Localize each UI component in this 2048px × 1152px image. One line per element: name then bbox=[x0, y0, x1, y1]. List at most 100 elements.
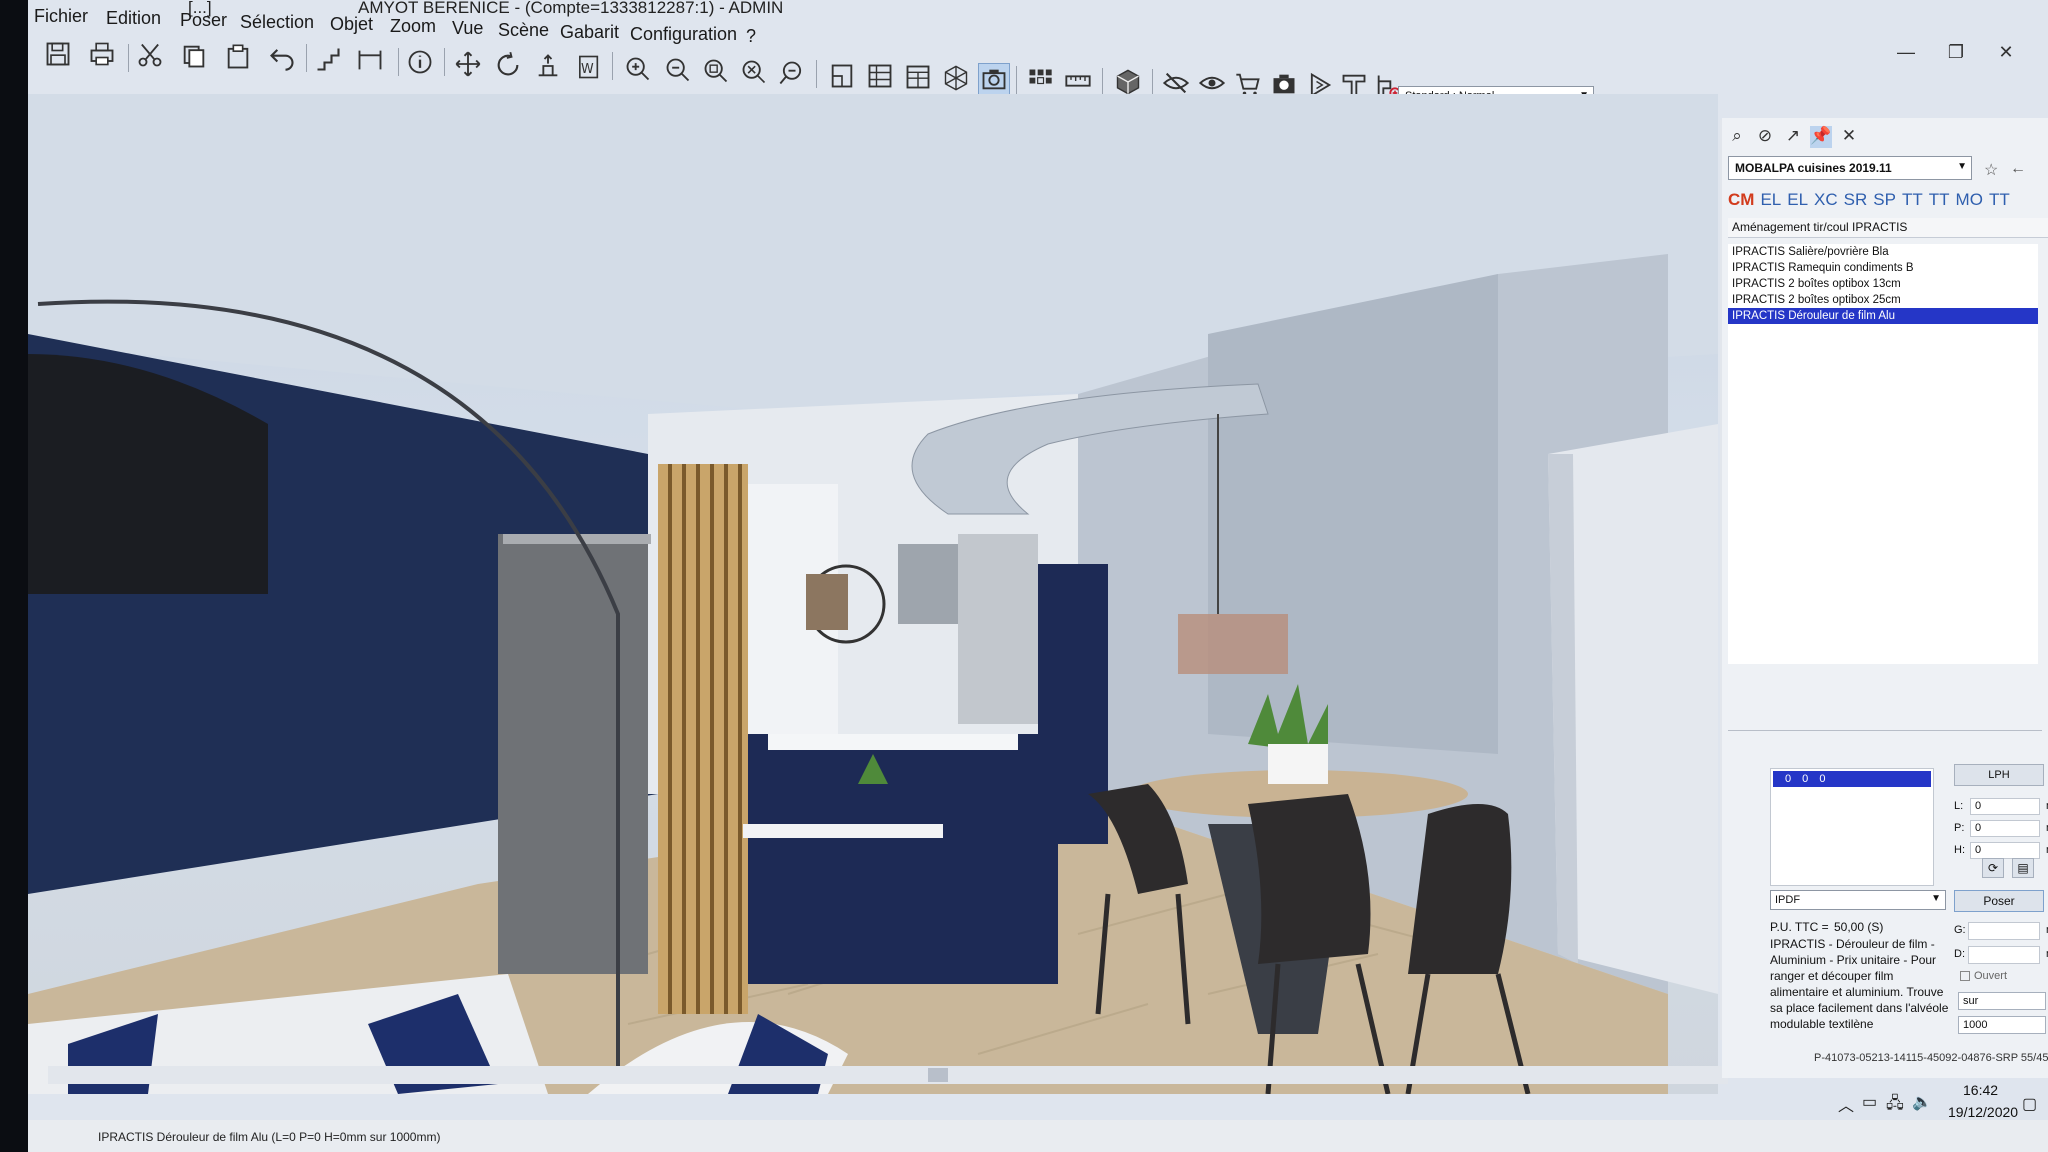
save-icon[interactable] bbox=[42, 38, 74, 70]
zoom-in-icon[interactable] bbox=[622, 53, 654, 85]
move-icon[interactable] bbox=[452, 48, 484, 80]
refresh-icon[interactable]: ⟳ bbox=[1982, 858, 2004, 878]
d-label: D: bbox=[1954, 948, 1965, 960]
menu-objet[interactable]: Objet bbox=[330, 14, 373, 35]
menu-selection[interactable]: Sélection bbox=[240, 12, 314, 33]
height-input[interactable]: 0 bbox=[1970, 842, 2040, 859]
battery-icon[interactable]: ▭ bbox=[1862, 1092, 1877, 1112]
network-icon[interactable]: 🖧 bbox=[1886, 1092, 1904, 1119]
size-select[interactable]: 1000 bbox=[1958, 1016, 2046, 1034]
variant-code[interactable]: 0 0 0 bbox=[1773, 771, 1931, 787]
lph-button[interactable]: LPH bbox=[1954, 764, 2044, 786]
zoom-previous-icon[interactable] bbox=[776, 57, 808, 89]
tab-tt-2[interactable]: TT bbox=[1929, 190, 1950, 210]
width-input[interactable]: 0 bbox=[1970, 798, 2040, 815]
zoom-window-icon[interactable] bbox=[700, 55, 732, 87]
tab-mo[interactable]: MO bbox=[1956, 190, 1983, 210]
elevation-view-icon[interactable] bbox=[864, 60, 896, 92]
perspective-view-icon[interactable] bbox=[940, 62, 972, 94]
camera-render-icon[interactable] bbox=[978, 63, 1010, 95]
zoom-out-icon[interactable] bbox=[662, 54, 694, 86]
height-label: H: bbox=[1954, 844, 1965, 856]
tab-el[interactable]: EL bbox=[1760, 190, 1781, 210]
zoom-all-icon[interactable] bbox=[738, 56, 770, 88]
g-row: G: mm bbox=[1954, 922, 2048, 940]
elevate-icon[interactable] bbox=[532, 50, 564, 82]
print-icon[interactable] bbox=[86, 38, 118, 70]
scrollbar-thumb[interactable] bbox=[928, 1068, 948, 1082]
word-export-icon[interactable]: W bbox=[572, 51, 604, 83]
toolbar: W Standard : Normal ▼ bbox=[28, 38, 1628, 108]
d-row: D: mm bbox=[1954, 946, 2048, 964]
stair-icon[interactable] bbox=[312, 43, 344, 75]
volume-icon[interactable]: 🔈 bbox=[1912, 1092, 1932, 1112]
catalog-select[interactable]: MOBALPA cuisines 2019.11 ▼ bbox=[1728, 156, 1972, 180]
tab-sr[interactable]: SR bbox=[1844, 190, 1868, 210]
product-description: IPRACTIS - Dérouleur de film - Aluminium… bbox=[1770, 937, 1949, 1031]
list-item-selected[interactable]: IPRACTIS Dérouleur de film Alu bbox=[1728, 308, 2038, 324]
list-item[interactable]: IPRACTIS 2 boîtes optibox 25cm bbox=[1728, 292, 2038, 308]
ouvert-label: Ouvert bbox=[1974, 970, 2008, 982]
poser-button[interactable]: Poser bbox=[1954, 890, 2044, 912]
list-item[interactable]: IPRACTIS Ramequin condiments B bbox=[1728, 260, 2038, 276]
ipdf-select[interactable]: IPDF ▼ bbox=[1770, 890, 1946, 910]
tab-sp[interactable]: SP bbox=[1873, 190, 1896, 210]
menu-vue[interactable]: Vue bbox=[452, 18, 483, 39]
list-item[interactable]: IPRACTIS 2 boîtes optibox 13cm bbox=[1728, 276, 2038, 292]
clock-time[interactable]: 16:42 bbox=[1963, 1082, 1998, 1098]
document-icon[interactable]: ▤ bbox=[2012, 858, 2034, 878]
svg-text:W: W bbox=[581, 62, 594, 77]
tab-cm[interactable]: CM bbox=[1728, 190, 1754, 210]
back-arrow-icon[interactable]: ← bbox=[2010, 160, 2026, 178]
system-tray: ︿ ▭ 🖧 🔈 16:42 19/12/2020 ▢ bbox=[1798, 1076, 2048, 1152]
grid-icon[interactable] bbox=[1024, 64, 1056, 96]
tab-tt-3[interactable]: TT bbox=[1989, 190, 2010, 210]
clock-date[interactable]: 19/12/2020 bbox=[1948, 1104, 2018, 1120]
g-label: G: bbox=[1954, 924, 1966, 936]
depth-input[interactable]: 0 bbox=[1970, 820, 2040, 837]
close-button[interactable]: ✕ bbox=[1988, 42, 2024, 63]
tab-xc[interactable]: XC bbox=[1814, 190, 1838, 210]
minimize-button[interactable]: — bbox=[1888, 42, 1924, 63]
d-input[interactable] bbox=[1968, 946, 2040, 964]
star-icon[interactable]: ☆ bbox=[1984, 160, 1998, 180]
subcategory-label[interactable]: Aménagement tir/coul IPRACTIS bbox=[1728, 218, 2048, 238]
variant-code-box[interactable]: 0 0 0 bbox=[1770, 768, 1934, 886]
wall-view-icon[interactable] bbox=[902, 61, 934, 93]
cut-icon[interactable] bbox=[134, 39, 166, 71]
ipdf-value: IPDF bbox=[1775, 894, 1801, 906]
tab-el-2[interactable]: EL bbox=[1787, 190, 1808, 210]
list-item[interactable]: IPRACTIS Salière/povrière Bla bbox=[1728, 244, 2038, 260]
pin-icon[interactable]: 📌 bbox=[1810, 126, 1832, 148]
paste-icon[interactable] bbox=[222, 41, 254, 73]
ouvert-checkbox[interactable]: Ouvert bbox=[1960, 970, 2007, 982]
menu-zoom[interactable]: Zoom bbox=[390, 16, 436, 37]
catalog-value: MOBALPA cuisines 2019.11 bbox=[1735, 161, 1892, 175]
search-icon[interactable]: ⌕ bbox=[1726, 126, 1748, 148]
tab-tt[interactable]: TT bbox=[1902, 190, 1923, 210]
menu-poser[interactable]: Poser bbox=[180, 10, 227, 31]
sur-select[interactable]: sur bbox=[1958, 992, 2046, 1010]
menu-edition[interactable]: Edition bbox=[106, 8, 161, 29]
dimension-icon[interactable] bbox=[354, 44, 386, 76]
expand-icon[interactable]: ↗ bbox=[1782, 126, 1804, 148]
category-tabs: CM EL EL XC SR SP TT TT MO TT bbox=[1728, 190, 2048, 212]
menu-fichier[interactable]: Fichier bbox=[34, 6, 88, 27]
maximize-button[interactable]: ❐ bbox=[1938, 42, 1974, 63]
filter-off-icon[interactable]: ⊘ bbox=[1754, 126, 1776, 148]
rotate-icon[interactable] bbox=[492, 49, 524, 81]
status-text: IPRACTIS Dérouleur de film Alu (L=0 P=0 … bbox=[98, 1130, 441, 1144]
plan-view-icon[interactable] bbox=[826, 60, 858, 92]
ruler-icon[interactable] bbox=[1062, 65, 1094, 97]
chevron-up-icon[interactable]: ︿ bbox=[1838, 1092, 1854, 1116]
copy-icon[interactable] bbox=[178, 40, 210, 72]
g-input[interactable] bbox=[1968, 922, 2040, 940]
notification-icon[interactable]: ▢ bbox=[2022, 1094, 2037, 1114]
info-icon[interactable] bbox=[404, 46, 436, 78]
3d-viewport[interactable] bbox=[28, 94, 1718, 1094]
close-panel-icon[interactable]: ✕ bbox=[1838, 126, 1860, 148]
item-list: IPRACTIS Salière/povrière Bla IPRACTIS R… bbox=[1728, 244, 2038, 664]
checkbox-icon bbox=[1960, 971, 1970, 982]
viewport-horizontal-scrollbar[interactable] bbox=[48, 1066, 1728, 1084]
undo-icon[interactable] bbox=[266, 42, 298, 74]
